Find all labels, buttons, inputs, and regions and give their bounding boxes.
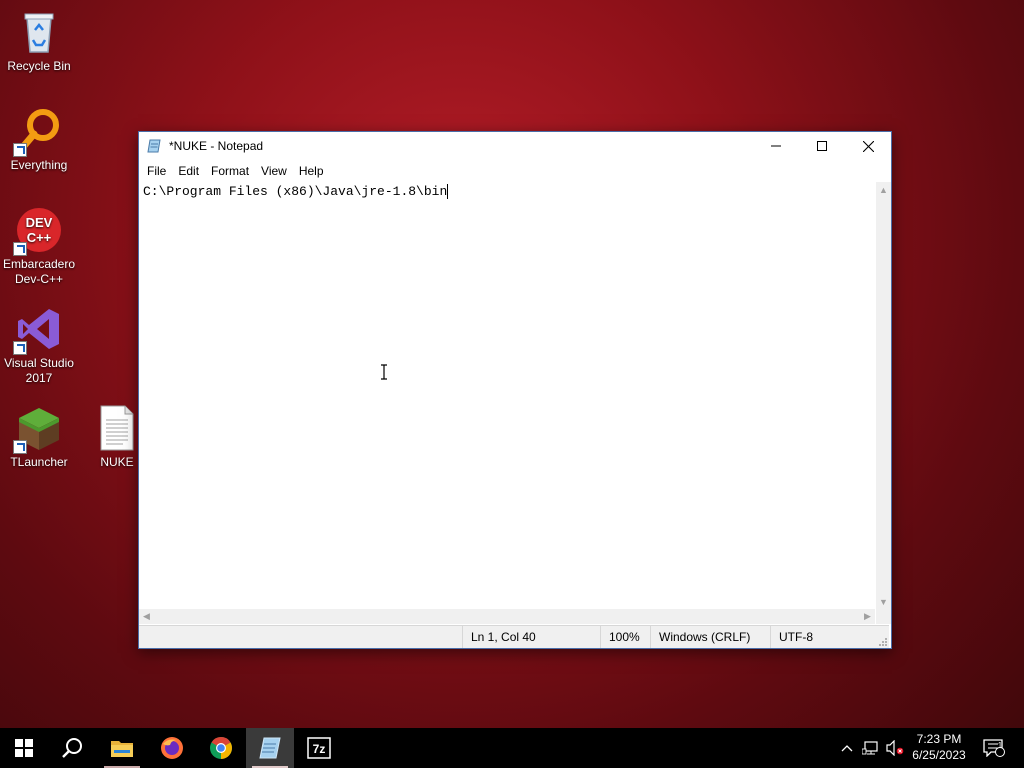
search-button[interactable] [48, 728, 96, 768]
desktop-icon-tlauncher[interactable]: TLauncher [0, 404, 78, 470]
shortcut-arrow-icon [13, 143, 27, 157]
scroll-left-icon[interactable]: ◀ [139, 609, 154, 624]
status-bar: Ln 1, Col 40 100% Windows (CRLF) UTF-8 [139, 625, 889, 648]
status-encoding: UTF-8 [770, 626, 874, 648]
taskbar: 7z 7:23 PM 6/25/2023 1 [0, 728, 1024, 768]
start-button[interactable] [0, 728, 48, 768]
svg-text:DEV: DEV [26, 215, 53, 230]
ibeam-cursor-icon [381, 364, 387, 380]
maximize-button[interactable] [799, 132, 845, 160]
network-tray-button[interactable] [860, 728, 882, 768]
text-caret [447, 184, 449, 200]
maximize-icon [817, 141, 827, 151]
status-zoom: 100% [600, 626, 650, 648]
text-editor[interactable]: C:\Program Files (x86)\Java\jre-1.8\bin [139, 182, 875, 608]
chevron-up-icon [841, 745, 853, 752]
everything-icon [13, 107, 63, 157]
search-icon [62, 738, 82, 758]
status-line-ending: Windows (CRLF) [650, 626, 770, 648]
shortcut-arrow-icon [13, 341, 27, 355]
devcpp-icon: DEV C++ [13, 206, 63, 256]
window-title: *NUKE - Notepad [169, 139, 264, 153]
taskbar-chrome[interactable] [197, 728, 245, 768]
taskbar-file-explorer[interactable] [98, 728, 146, 768]
visual-studio-icon [13, 305, 63, 355]
7zip-label: 7z [313, 742, 326, 756]
firefox-icon [161, 737, 183, 759]
taskbar-7zip[interactable]: 7z [295, 728, 343, 768]
desktop-icon-recycle-bin[interactable]: Recycle Bin [0, 8, 78, 74]
notepad-app-icon [147, 139, 161, 153]
resize-grip-icon[interactable] [877, 636, 887, 646]
minimize-icon [771, 145, 781, 147]
chrome-icon [210, 737, 232, 759]
clock-time: 7:23 PM [916, 732, 962, 746]
status-cursor-position: Ln 1, Col 40 [462, 626, 600, 648]
desktop-icon-label: Visual Studio 2017 [4, 356, 74, 385]
title-bar[interactable]: *NUKE - Notepad [139, 132, 891, 160]
action-center-button[interactable]: 1 [980, 728, 1008, 768]
tlauncher-icon [13, 404, 63, 454]
file-explorer-icon [111, 741, 133, 757]
scrollbar-corner [876, 609, 891, 624]
taskbar-notepad[interactable] [246, 728, 294, 768]
editor-text: C:\Program Files (x86)\Java\jre-1.8\bin [143, 184, 448, 199]
desktop-icon-devcpp[interactable]: DEV C++ Embarcadero Dev-C++ [0, 206, 78, 287]
shortcut-arrow-icon [13, 440, 27, 454]
desktop-icon-label: Recycle Bin [7, 59, 71, 73]
start-icon [15, 739, 33, 757]
network-icon [862, 741, 878, 755]
desktop-icon-visual-studio[interactable]: Visual Studio 2017 [0, 305, 78, 386]
volume-muted-icon [886, 740, 904, 756]
close-icon [862, 140, 874, 152]
minimize-button[interactable] [753, 132, 799, 160]
horizontal-scrollbar[interactable]: ◀ ▶ [139, 609, 875, 624]
svg-text:C++: C++ [27, 230, 52, 245]
scroll-right-icon[interactable]: ▶ [860, 609, 875, 624]
scroll-down-icon[interactable]: ▼ [876, 594, 891, 609]
volume-tray-button[interactable] [884, 728, 906, 768]
shortcut-arrow-icon [13, 242, 27, 256]
menu-view[interactable]: View [255, 164, 293, 178]
text-file-icon [93, 404, 141, 452]
menu-file[interactable]: File [141, 164, 172, 178]
recycle-bin-icon [15, 8, 63, 56]
clock-date: 6/25/2023 [912, 748, 966, 762]
vertical-scrollbar[interactable]: ▲ ▼ [876, 182, 891, 609]
desktop-icon-label: Everything [10, 158, 68, 172]
menu-edit[interactable]: Edit [172, 164, 205, 178]
taskbar-firefox[interactable] [148, 728, 196, 768]
7zip-icon: 7z [307, 737, 331, 759]
desktop: Recycle Bin Everything DEV C++ Embarcade… [0, 0, 1024, 728]
menu-help[interactable]: Help [293, 164, 330, 178]
desktop-icon-label: Embarcadero Dev-C++ [2, 257, 76, 286]
notepad-icon [259, 737, 281, 759]
desktop-icon-everything[interactable]: Everything [0, 107, 78, 173]
notepad-window: *NUKE - Notepad File Edit Format View He… [138, 131, 892, 649]
notification-count: 1 [997, 741, 1003, 750]
taskbar-clock[interactable]: 7:23 PM 6/25/2023 [904, 731, 974, 763]
close-button[interactable] [845, 132, 891, 160]
show-hidden-icons-button[interactable] [838, 728, 856, 768]
menu-bar: File Edit Format View Help [139, 160, 891, 182]
desktop-icon-label: TLauncher [10, 455, 68, 469]
scroll-up-icon[interactable]: ▲ [876, 182, 891, 197]
menu-format[interactable]: Format [205, 164, 255, 178]
